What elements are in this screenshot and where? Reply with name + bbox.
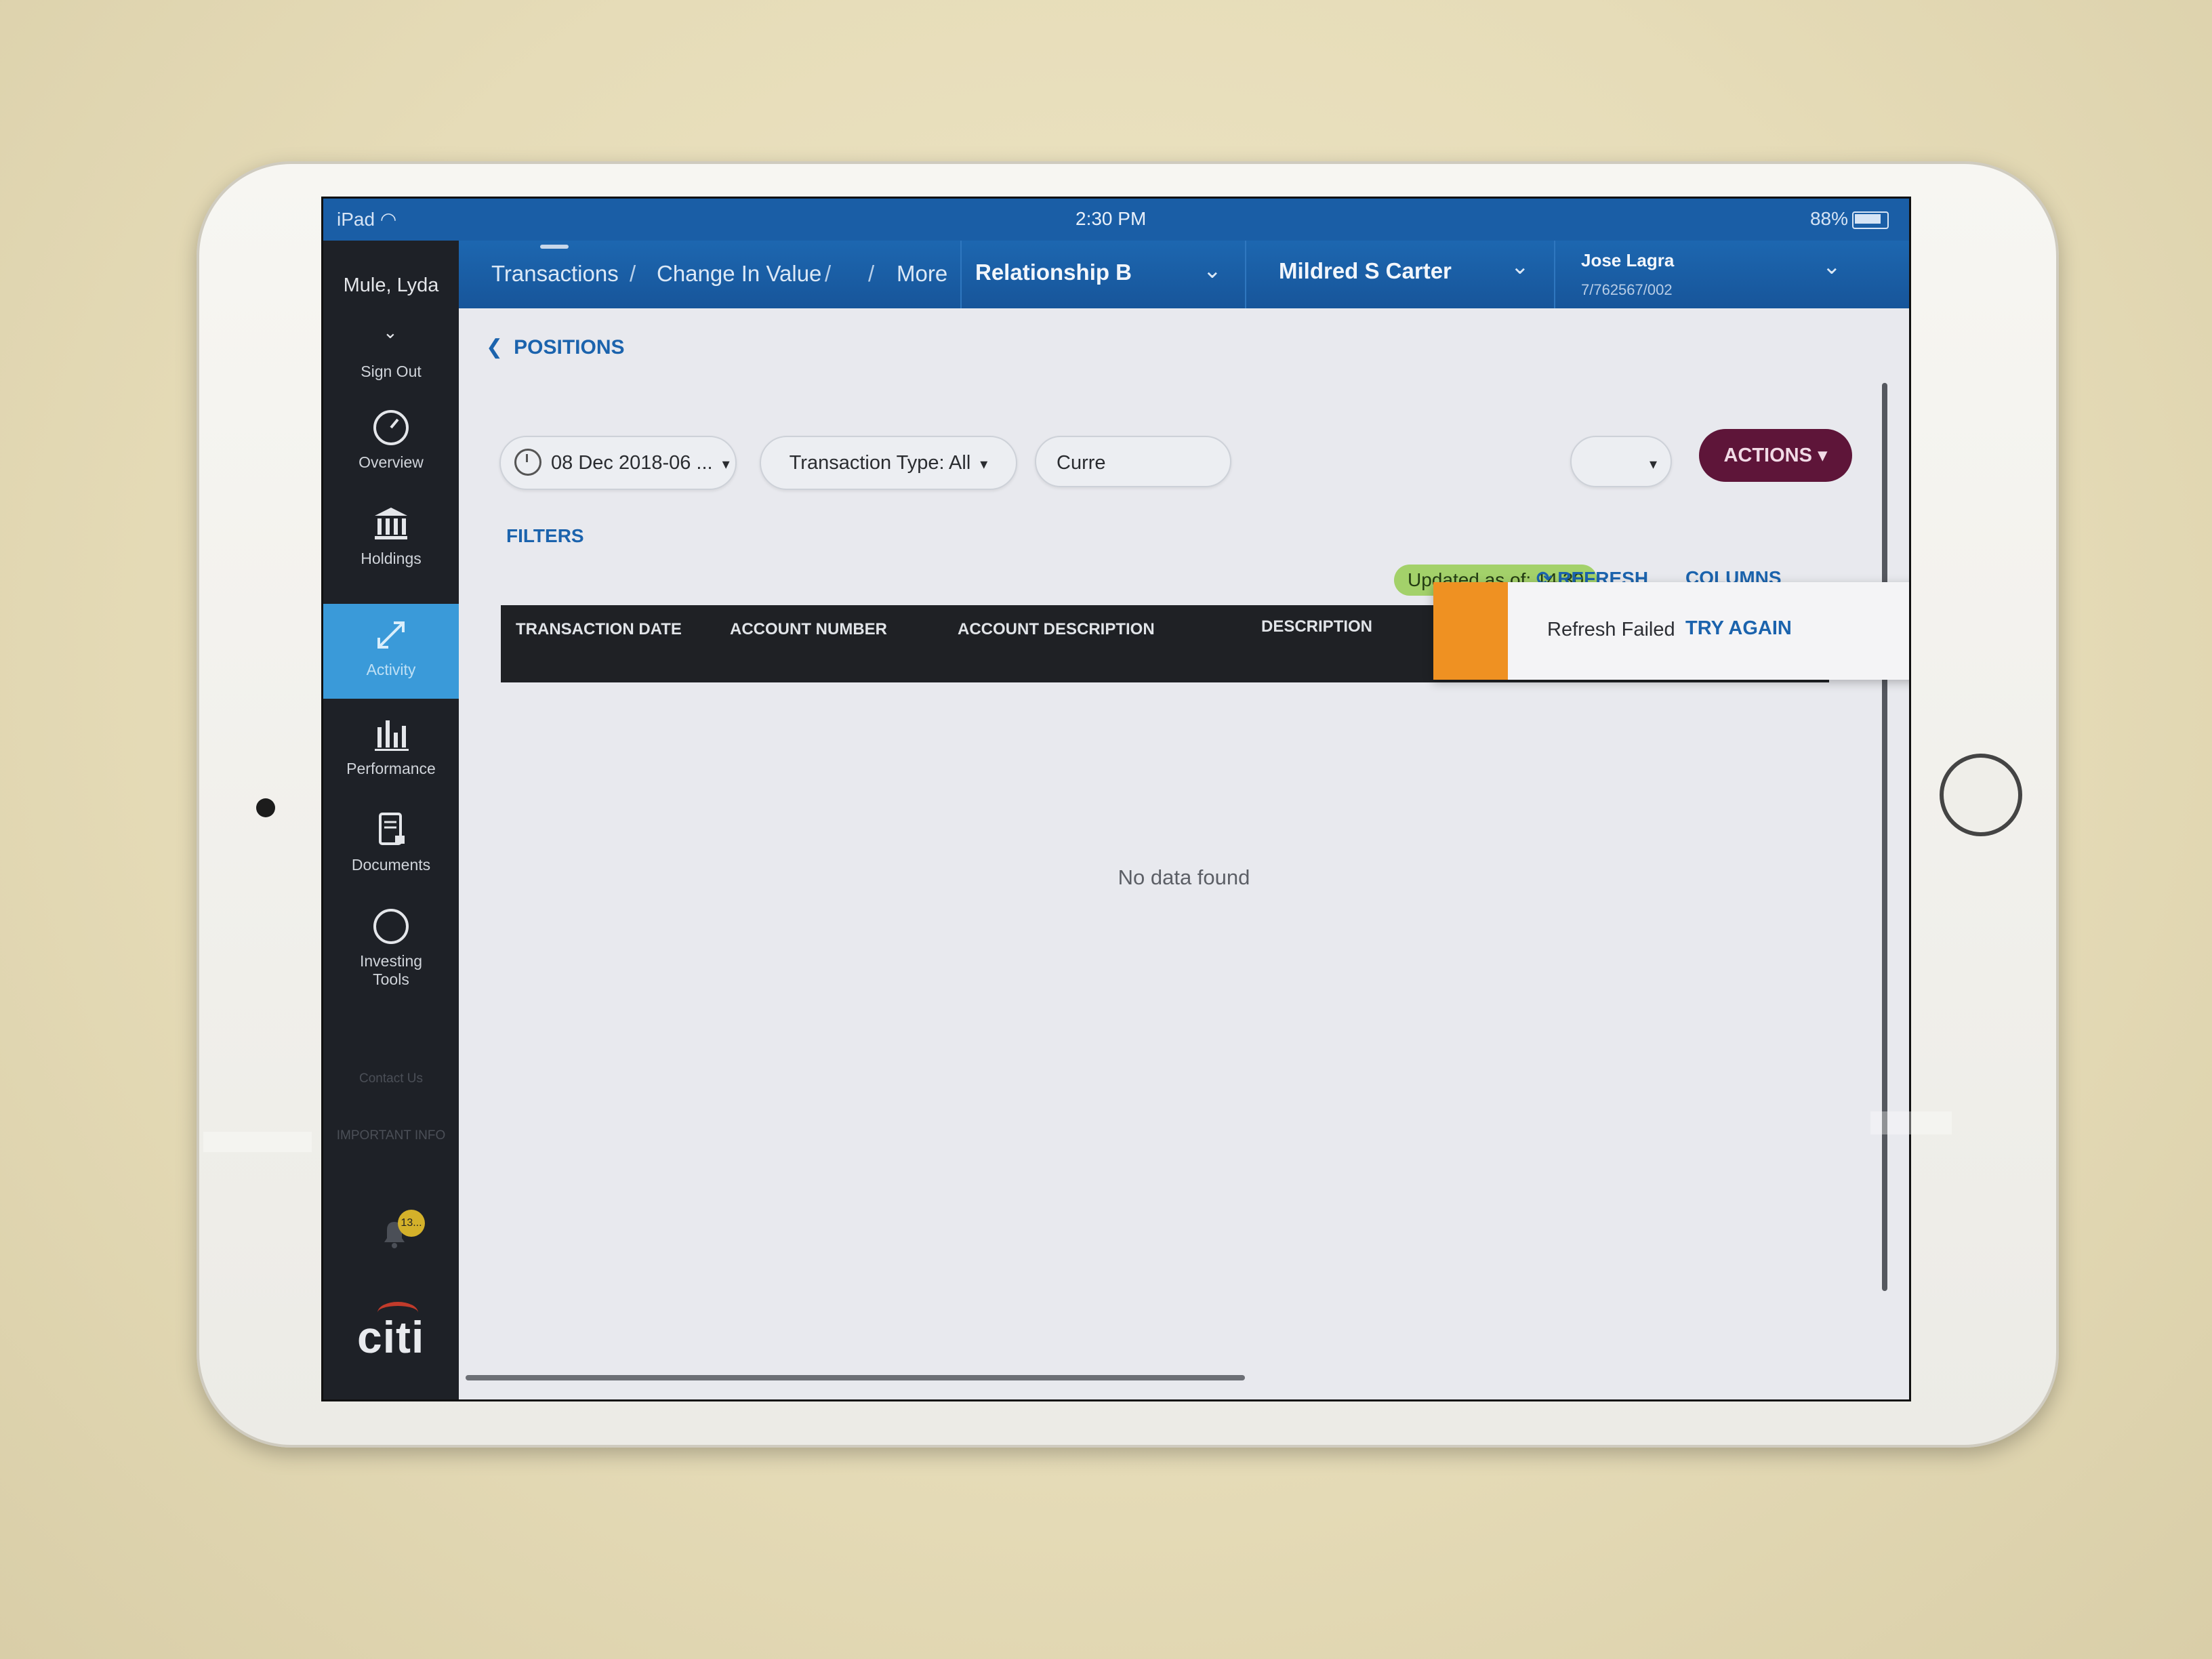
relationship-select[interactable]: Relationship B [975, 260, 1132, 285]
home-button[interactable] [1940, 754, 2022, 836]
bank-icon [375, 508, 407, 539]
client-select[interactable]: Mildred S Carter [1279, 258, 1452, 284]
important-info-link[interactable]: IMPORTANT INFO [323, 1128, 459, 1143]
top-navigation: Transactions / Change In Value / / More … [459, 241, 1909, 308]
chevron-left-icon: ❮ [486, 336, 504, 359]
sidebar-item-performance[interactable]: Performance [323, 703, 459, 798]
wifi-icon: ◠ [380, 209, 397, 230]
caret-down-icon: ▾ [980, 455, 988, 472]
date-range-filter[interactable]: 08 Dec 2018-06 ... ▾ [499, 436, 737, 490]
sign-out-link[interactable]: Sign Out [323, 363, 459, 381]
sidebar-item-label: Performance [346, 760, 436, 777]
vertical-scrollbar[interactable] [1882, 383, 1887, 1291]
chevron-down-icon[interactable]: ⌄ [1511, 253, 1530, 279]
breadcrumb-separator: / [868, 261, 875, 286]
chevron-down-icon[interactable]: ⌄ [383, 322, 398, 343]
battery-icon [1852, 211, 1889, 229]
sidebar-item-label: Overview [359, 453, 424, 471]
status-bar: iPad ◠ 2:30 PM 88% [323, 199, 1909, 241]
try-again-button[interactable]: TRY AGAIN [1685, 617, 1792, 640]
sidebar-item-label: Documents [351, 856, 431, 874]
caret-down-icon: ▾ [722, 455, 730, 472]
logo-arc [377, 1302, 418, 1324]
error-toast: Refresh Failed TRY AGAIN × [1433, 582, 1909, 680]
nav-divider [960, 241, 962, 308]
extra-filter[interactable]: ▾ [1570, 436, 1672, 487]
document-lock-icon [379, 813, 405, 845]
notification-badge: 13... [398, 1210, 425, 1237]
main-content: ❮ POSITIONS 08 Dec 2018-06 ... ▾ Transacti… [459, 308, 1909, 1399]
sidebar-item-label: Holdings [361, 550, 422, 567]
screen-glare [1870, 1111, 1952, 1134]
column-header[interactable]: ACCOUNT NUMBER [730, 620, 887, 639]
sidebar-item-holdings[interactable]: Holdings [323, 493, 459, 588]
horizontal-scrollbar[interactable] [466, 1375, 1245, 1380]
actions-button[interactable]: ACTIONS ▾ [1699, 429, 1852, 482]
advisor-id: 7/762567/002 [1581, 281, 1673, 298]
nav-more[interactable]: More [897, 261, 947, 287]
nav-divider [1245, 241, 1246, 308]
filters-link[interactable]: FILTERS [506, 525, 584, 547]
gauge-icon [373, 410, 409, 445]
column-header[interactable]: ACCOUNT DESCRIPTION [958, 620, 1155, 639]
caret-down-icon: ▾ [1818, 445, 1828, 466]
arrows-icon [377, 621, 405, 649]
transaction-type-filter[interactable]: Transaction Type: All ▾ [760, 436, 1017, 490]
contact-us-link[interactable]: Contact Us [323, 1071, 459, 1086]
camera-dot [256, 798, 275, 817]
nav-change-in-value[interactable]: Change In Value [657, 261, 821, 287]
citi-logo: citi [357, 1302, 424, 1363]
toast-warning-stripe [1433, 582, 1508, 680]
user-name[interactable]: Mule, Lyda [323, 274, 459, 297]
ipad-screen: iPad ◠ 2:30 PM 88% Mule, Lyda ⌄ Sign Out… [321, 197, 1911, 1401]
breadcrumb-separator: / [630, 261, 636, 286]
sidebar-item-activity[interactable]: Activity [323, 604, 459, 699]
nav-transactions[interactable]: Transactions [491, 261, 619, 287]
sidebar: Mule, Lyda ⌄ Sign Out Overview Holdings [323, 241, 459, 1399]
toast-message: Refresh Failed [1547, 619, 1675, 640]
clock-icon [514, 449, 541, 476]
empty-state-message: No data found [1118, 865, 1250, 889]
chevron-down-icon[interactable]: ⌄ [1203, 257, 1222, 283]
chevron-down-icon[interactable]: ⌄ [1822, 253, 1841, 279]
bar-chart-icon [375, 720, 409, 751]
caret-down-icon: ▾ [1649, 455, 1657, 472]
sidebar-item-overview[interactable]: Overview [323, 396, 459, 491]
advisor-name[interactable]: Jose Lagra [1581, 250, 1674, 271]
nav-divider [1554, 241, 1555, 308]
column-header[interactable]: DESCRIPTION [1261, 617, 1372, 636]
device-label: iPad ◠ [337, 209, 397, 230]
screen-glare [203, 1132, 312, 1152]
drag-handle[interactable] [540, 245, 569, 249]
currency-filter[interactable]: Curre [1035, 436, 1231, 487]
compass-icon [373, 909, 409, 944]
breadcrumb-separator: / [825, 261, 832, 286]
sidebar-item-label: Activity [366, 661, 416, 678]
sidebar-item-label: Investing Tools [359, 952, 423, 988]
back-to-positions[interactable]: ❮ POSITIONS [486, 335, 625, 359]
clock-time: 2:30 PM [1076, 208, 1147, 229]
battery-indicator: 88% [1810, 208, 1889, 230]
column-header[interactable]: TRANSACTION DATE [516, 620, 682, 639]
sidebar-item-documents[interactable]: Documents [323, 799, 459, 894]
sidebar-item-investing-tools[interactable]: Investing Tools [323, 895, 459, 1010]
